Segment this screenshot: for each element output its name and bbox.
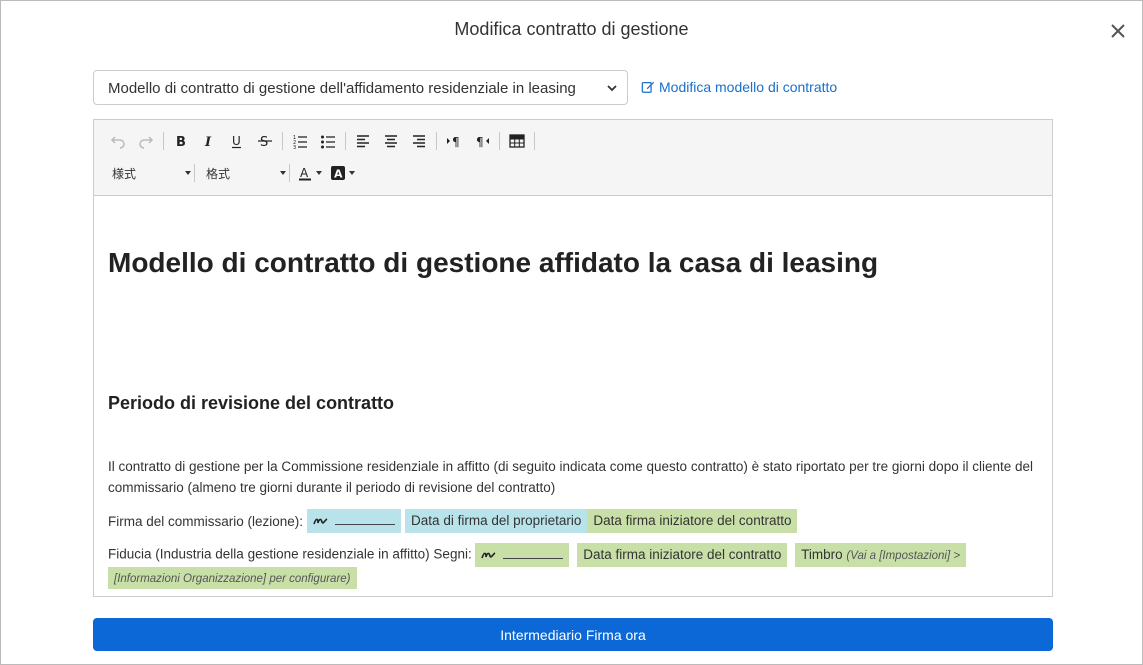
initiator-signature-date-field[interactable]: Data firma iniziatore del contratto <box>587 509 798 533</box>
toolbar-divider <box>534 132 535 150</box>
ltr-direction-icon[interactable]: ¶ <box>440 129 468 153</box>
document-title: Modello di contratto di gestione affidat… <box>108 247 879 278</box>
italic-icon[interactable]: I <box>195 129 223 153</box>
toolbar-divider <box>345 132 346 150</box>
commissioner-signature-label: Firma del commissario (lezione): <box>108 513 304 529</box>
contract-paragraph: Il contratto di gestione per la Commissi… <box>108 459 1034 495</box>
strikethrough-icon[interactable]: S <box>251 129 279 153</box>
edit-contract-modal: Modifica contratto di gestione Modello d… <box>0 0 1143 665</box>
style-dropdown[interactable]: 様式 <box>104 161 191 185</box>
edit-template-link[interactable]: Modifica modello di contratto <box>641 79 837 95</box>
edit-icon <box>641 81 655 93</box>
trust-signature-label: Fiducia (Industria della gestione reside… <box>108 546 472 562</box>
svg-text:¶: ¶ <box>452 135 460 149</box>
edit-template-link-label: Modifica modello di contratto <box>659 79 838 95</box>
toolbar-divider <box>282 132 283 150</box>
style-dropdown-label: 様式 <box>112 166 137 181</box>
toolbar-divider <box>163 132 164 150</box>
contract-template-select[interactable]: Modello di contratto di gestione dell'af… <box>93 70 628 105</box>
table-icon[interactable] <box>503 129 531 153</box>
caret-down-icon <box>280 171 286 175</box>
editor-toolbar: B I U S 123 ¶ ¶ 様式 格式 A A <box>94 120 1052 196</box>
toolbar-divider <box>499 132 500 150</box>
signature-blank <box>503 557 564 559</box>
underline-icon[interactable]: U <box>223 129 251 153</box>
stamp-hint-continuation: [Informazioni Organizzazione] per config… <box>108 567 357 589</box>
section-heading: Periodo di revisione del contratto <box>108 393 395 413</box>
svg-text:A: A <box>334 168 343 181</box>
toolbar-divider <box>289 164 290 182</box>
bold-icon[interactable]: B <box>167 129 195 153</box>
stamp-hint: (Vai a [Impostazioni] > <box>846 550 961 562</box>
owner-signature-date-field[interactable]: Data di firma del proprietario <box>405 509 588 533</box>
caret-down-icon <box>349 171 355 175</box>
text-color-icon: A <box>299 166 311 181</box>
svg-text:I: I <box>204 135 212 149</box>
svg-text:U: U <box>232 134 241 148</box>
background-color-icon: A <box>331 166 345 181</box>
format-dropdown[interactable]: 格式 <box>198 161 286 185</box>
background-color-button[interactable]: A <box>326 161 359 185</box>
rtl-direction-icon[interactable]: ¶ <box>468 129 496 153</box>
ordered-list-icon[interactable]: 123 <box>286 129 314 153</box>
trust-signature-field[interactable] <box>475 543 570 567</box>
rich-text-editor: B I U S 123 ¶ ¶ 様式 格式 A A Modello di con… <box>93 119 1053 597</box>
undo-icon[interactable] <box>104 129 132 153</box>
signature-blank <box>335 523 396 525</box>
text-color-button[interactable]: A <box>293 161 326 185</box>
signature-icon <box>313 518 328 525</box>
trust-signature-line: Fiducia (Industria della gestione reside… <box>108 543 1008 589</box>
stamp-label: Timbro <box>801 547 843 562</box>
svg-text:3: 3 <box>293 145 296 149</box>
toolbar-divider <box>436 132 437 150</box>
close-icon[interactable] <box>1106 19 1130 43</box>
align-center-icon[interactable] <box>377 129 405 153</box>
modal-title: Modifica contratto di gestione <box>454 19 689 39</box>
commissioner-signature-line: Firma del commissario (lezione): Data di… <box>108 508 798 534</box>
caret-down-icon <box>316 171 322 175</box>
commissioner-signature-field[interactable] <box>307 509 402 533</box>
redo-icon[interactable] <box>132 129 160 153</box>
svg-text:S: S <box>260 135 268 149</box>
stamp-field[interactable]: Timbro (Vai a [Impostazioni] > <box>795 543 967 567</box>
svg-text:¶: ¶ <box>476 135 484 149</box>
toolbar-divider <box>194 164 195 182</box>
signature-icon <box>481 552 496 559</box>
svg-text:B: B <box>176 135 186 149</box>
bullet-list-icon[interactable] <box>314 129 342 153</box>
intermediary-sign-now-button[interactable]: Intermediario Firma ora <box>93 618 1053 651</box>
format-dropdown-label: 格式 <box>206 166 231 181</box>
caret-down-icon <box>185 171 191 175</box>
chevron-down-icon <box>607 85 617 92</box>
contract-template-select-value: Modello di contratto di gestione dell'af… <box>108 80 576 97</box>
svg-text:A: A <box>300 166 309 180</box>
align-left-icon[interactable] <box>349 129 377 153</box>
trust-initiator-date-field[interactable]: Data firma iniziatore del contratto <box>577 543 788 567</box>
align-right-icon[interactable] <box>405 129 433 153</box>
